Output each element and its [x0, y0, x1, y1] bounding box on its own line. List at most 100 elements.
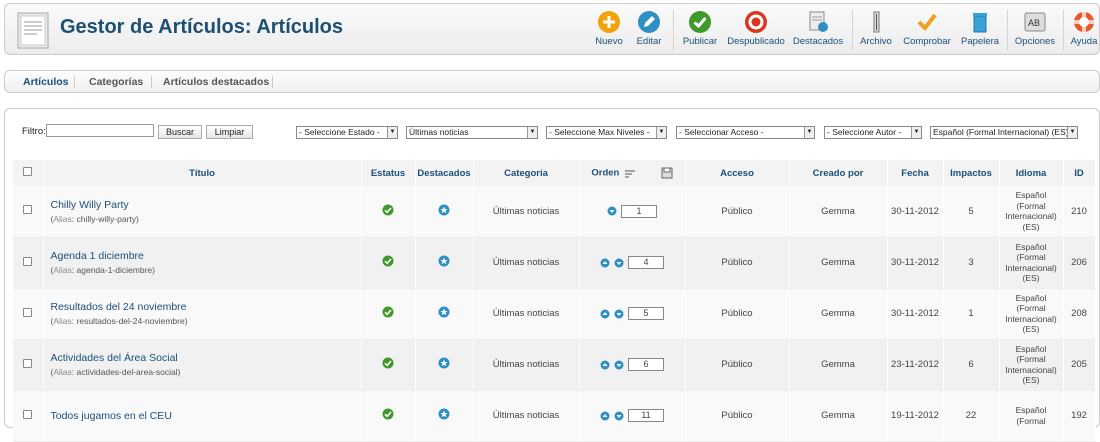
col-status[interactable]: Estatus — [361, 160, 416, 186]
article-title-link[interactable]: Resultados del 24 noviembre — [44, 301, 361, 313]
order-input[interactable]: 1 — [621, 204, 657, 218]
col-date[interactable]: Fecha — [887, 160, 944, 186]
max-levels-select-value: - Seleccione Max Niveles - — [549, 127, 650, 137]
id-cell: 210 — [1063, 186, 1096, 238]
order-input[interactable]: 11 — [628, 409, 664, 422]
move-down-icon[interactable] — [614, 411, 624, 421]
move-down-icon[interactable] — [607, 206, 617, 216]
col-language[interactable]: Idioma — [999, 160, 1064, 186]
row-checkbox[interactable] — [23, 205, 33, 215]
order-input[interactable]: 6 — [628, 358, 664, 371]
language-select[interactable]: Español (Formal Internacional) (ES) ▼ — [930, 126, 1078, 139]
featured-star-icon[interactable] — [438, 204, 450, 216]
article-title-link[interactable]: Chilly Willy Party — [44, 199, 361, 211]
move-down-icon[interactable] — [614, 309, 624, 319]
category-cell: Últimas noticias — [473, 339, 580, 391]
sort-icon[interactable] — [624, 168, 636, 178]
order-input[interactable]: 4 — [628, 256, 664, 269]
featured-star-icon[interactable] — [438, 408, 450, 420]
trash-button[interactable]: Papelera — [959, 10, 1001, 52]
row-checkbox[interactable] — [23, 256, 33, 266]
tab-featured-articles[interactable]: Artículos destacados — [163, 76, 269, 88]
language-cell: Español (Formal Internacional) (ES) — [999, 288, 1064, 340]
col-access[interactable]: Acceso — [685, 160, 790, 186]
col-order-label[interactable]: Orden — [591, 168, 619, 179]
save-order-icon[interactable] — [661, 167, 673, 179]
publish-button[interactable]: Publicar — [679, 10, 721, 52]
col-id[interactable]: ID — [1063, 160, 1096, 186]
date-cell: 19-11-2012 — [887, 390, 944, 442]
alias-value: agenda-1-diciembre — [76, 265, 153, 275]
move-up-icon[interactable] — [600, 411, 610, 421]
tab-categories[interactable]: Categorías — [89, 76, 143, 88]
published-check-icon[interactable] — [382, 255, 394, 267]
alias-value: chilly-willy-party — [76, 213, 137, 224]
unpublish-button[interactable]: Despublicado — [725, 10, 787, 52]
published-check-icon[interactable] — [382, 408, 394, 420]
featured-star-icon[interactable] — [438, 255, 450, 267]
language-line: Internacional) — [1005, 313, 1057, 324]
language-line: (Formal — [1016, 303, 1046, 313]
state-select-value: - Seleccione Estado - — [299, 127, 380, 137]
featured-button[interactable]: Destacados — [791, 10, 845, 52]
featured-cell — [415, 186, 474, 238]
help-button[interactable]: Ayuda — [1069, 10, 1099, 52]
article-title-link[interactable]: Agenda 1 diciembre — [44, 250, 361, 262]
unpublish-icon — [745, 11, 767, 33]
article-title-link[interactable]: Todos jugamos en el CEU — [44, 410, 361, 422]
author-cell[interactable]: Gemma — [789, 186, 888, 238]
featured-star-icon[interactable] — [438, 357, 450, 369]
checkin-button[interactable]: Comprobar — [901, 10, 953, 52]
access-select[interactable]: - Seleccionar Acceso - ▼ — [676, 126, 815, 139]
col-featured[interactable]: Destacados — [415, 160, 474, 186]
published-check-icon[interactable] — [382, 204, 394, 216]
filter-search-input[interactable] — [46, 124, 154, 137]
language-line: Español — [1015, 241, 1047, 252]
tab-articles[interactable]: Artículos — [23, 76, 69, 88]
row-checkbox[interactable] — [23, 307, 33, 317]
hits-cell: 5 — [943, 186, 1000, 238]
submenu-divider — [272, 76, 273, 88]
articles-table: Título Estatus Destacados Categoría Orde… — [13, 160, 1096, 442]
language-select-value: Español (Formal Internacional) (ES) — [933, 127, 1069, 137]
article-title-link[interactable]: Actividades del Área Social — [44, 352, 361, 364]
clear-button[interactable]: Limpiar — [206, 125, 253, 139]
edit-button[interactable]: Editar — [633, 10, 665, 52]
article-alias: (Alias: actividades-del-area-social) — [50, 367, 181, 377]
order-input[interactable]: 5 — [628, 307, 664, 320]
unpublish-button-label: Despublicado — [727, 36, 785, 47]
col-title[interactable]: Título — [43, 160, 362, 186]
move-up-icon[interactable] — [600, 360, 610, 370]
move-down-icon[interactable] — [614, 360, 624, 370]
hits-cell: 1 — [943, 288, 1000, 340]
row-checkbox[interactable] — [23, 358, 33, 368]
search-button[interactable]: Buscar — [158, 125, 202, 139]
max-levels-select[interactable]: - Seleccione Max Niveles - ▼ — [546, 126, 667, 139]
published-check-icon[interactable] — [382, 357, 394, 369]
featured-star-icon[interactable] — [438, 306, 450, 318]
new-button-label: Nuevo — [595, 36, 623, 47]
col-created-by[interactable]: Creado por — [789, 160, 888, 186]
move-down-icon[interactable] — [614, 258, 624, 268]
row-checkbox[interactable] — [23, 409, 33, 419]
table-row: Actividades del Área Social (Alias: activ… — [13, 339, 1096, 391]
published-check-icon[interactable] — [382, 306, 394, 318]
row-select-cell — [13, 390, 44, 442]
archive-button[interactable]: Archivo — [858, 10, 894, 52]
state-select[interactable]: - Seleccione Estado - ▼ — [296, 126, 398, 139]
svg-text:AB: AB — [1028, 18, 1040, 28]
new-button[interactable]: Nuevo — [593, 10, 625, 52]
move-up-icon[interactable] — [600, 258, 610, 268]
options-button[interactable]: AB Opciones — [1013, 10, 1057, 52]
author-cell[interactable]: Gemma — [789, 339, 888, 391]
author-cell[interactable]: Gemma — [789, 390, 888, 442]
author-select[interactable]: - Seleccione Autor - ▼ — [824, 126, 922, 139]
author-cell[interactable]: Gemma — [789, 288, 888, 340]
col-category[interactable]: Categoría — [473, 160, 580, 186]
col-hits[interactable]: Impactos — [943, 160, 1000, 186]
author-cell[interactable]: Gemma — [789, 237, 888, 289]
move-up-icon[interactable] — [600, 309, 610, 319]
submenu-divider — [74, 76, 75, 88]
select-all-checkbox[interactable] — [23, 167, 33, 176]
category-select[interactable]: Últimas noticias ▼ — [406, 126, 538, 139]
